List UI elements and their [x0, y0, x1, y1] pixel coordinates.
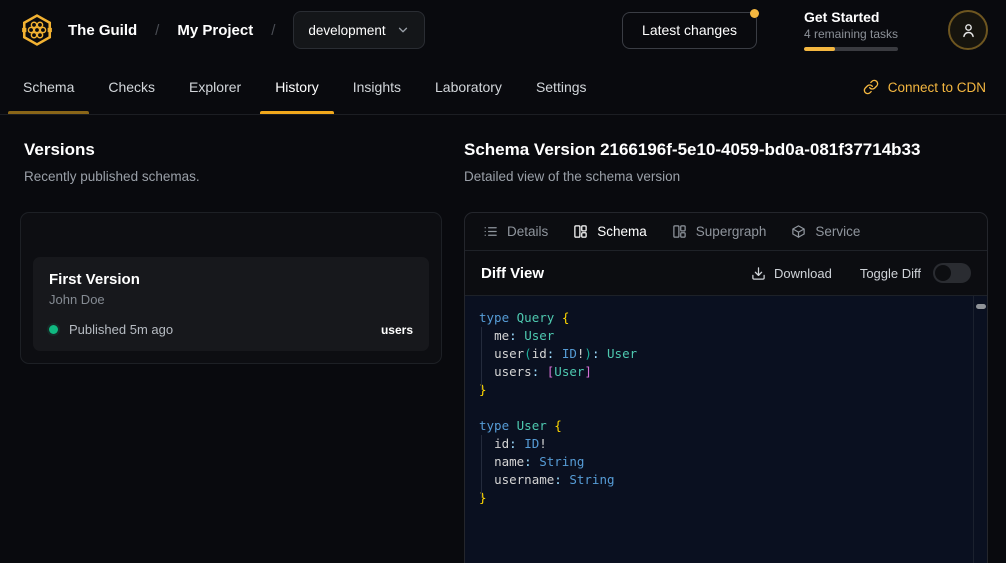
breadcrumb-org[interactable]: The Guild: [68, 22, 137, 39]
version-title: First Version: [49, 271, 413, 288]
code-line: user(id: ID!): User: [479, 345, 967, 363]
tab-schema[interactable]: Schema: [573, 224, 647, 239]
code-line: users: [User]: [479, 363, 967, 381]
schema-code-viewer: type Query { me: User user(id: ID!): Use…: [465, 296, 987, 563]
code-line: id: ID!: [479, 435, 967, 453]
tab-details-label: Details: [507, 224, 548, 239]
nav-tab-settings[interactable]: Settings: [521, 60, 602, 114]
version-status-row: Published 5m ago users: [49, 322, 413, 337]
list-icon: [483, 224, 498, 239]
version-detail-title: Schema Version 2166196f-5e10-4059-bd0a-0…: [464, 139, 988, 161]
nav-tab-schema[interactable]: Schema: [8, 60, 89, 114]
get-started-progress-bar: [804, 47, 898, 51]
notification-dot-icon: [750, 9, 759, 18]
versions-section: Versions Recently published schemas. Fir…: [20, 139, 442, 563]
header-right-group: Latest changes Get Started 4 remaining t…: [622, 9, 988, 51]
version-author: John Doe: [49, 292, 413, 307]
versions-card: First Version John Doe Published 5m ago …: [20, 212, 442, 364]
version-list-item[interactable]: First Version John Doe Published 5m ago …: [33, 257, 429, 351]
version-service-badge: users: [381, 323, 413, 337]
switch-knob: [935, 265, 951, 281]
cube-icon: [791, 224, 806, 239]
toggle-diff-label: Toggle Diff: [860, 266, 921, 281]
version-detail-panel: Details Schema Supergraph: [464, 212, 988, 563]
version-detail-section: Schema Version 2166196f-5e10-4059-bd0a-0…: [464, 139, 988, 563]
tab-schema-label: Schema: [597, 224, 647, 239]
scrollbar-thumb[interactable]: [976, 304, 986, 309]
code-line: }: [479, 489, 967, 507]
tab-details[interactable]: Details: [483, 224, 548, 239]
nav-tab-laboratory[interactable]: Laboratory: [420, 60, 517, 114]
diff-view-title: Diff View: [481, 265, 544, 282]
diff-view-header: Diff View Download Toggle Diff: [465, 251, 987, 296]
tab-supergraph[interactable]: Supergraph: [672, 224, 767, 239]
breadcrumb-separator: /: [155, 22, 159, 39]
target-selector-dropdown[interactable]: development: [293, 11, 424, 49]
target-selector-value: development: [308, 23, 385, 38]
schema-code: type Query { me: User user(id: ID!): Use…: [465, 296, 987, 520]
get-started-title: Get Started: [804, 9, 898, 25]
hive-logo-icon[interactable]: [20, 13, 54, 47]
chevron-down-icon: [396, 23, 410, 37]
get-started-subtitle: 4 remaining tasks: [804, 27, 898, 41]
vertical-scrollbar[interactable]: [973, 296, 987, 563]
code-line: username: String: [479, 471, 967, 489]
link-icon: [863, 79, 879, 95]
code-line: }: [479, 381, 967, 399]
tab-service-label: Service: [815, 224, 860, 239]
code-line: name: String: [479, 453, 967, 471]
download-button[interactable]: Download: [751, 266, 832, 281]
latest-changes-label: Latest changes: [642, 22, 737, 38]
layout-columns-icon: [573, 224, 588, 239]
get-started-progress-fill: [804, 47, 835, 51]
code-line: type User {: [479, 417, 967, 435]
code-line: type Query {: [479, 309, 967, 327]
app-header: The Guild / My Project / development Lat…: [0, 0, 1006, 60]
download-label: Download: [774, 266, 832, 281]
main-content: Versions Recently published schemas. Fir…: [0, 115, 1006, 563]
layout-columns-icon: [672, 224, 687, 239]
nav-tab-explorer[interactable]: Explorer: [174, 60, 256, 114]
versions-title: Versions: [24, 139, 442, 161]
user-avatar-button[interactable]: [948, 10, 988, 50]
toggle-diff-switch[interactable]: [933, 263, 971, 283]
diff-view-controls: Download Toggle Diff: [751, 263, 971, 283]
nav-tab-checks[interactable]: Checks: [93, 60, 170, 114]
target-nav-tabs: Schema Checks Explorer History Insights …: [0, 60, 1006, 115]
indent-guide: [481, 327, 482, 390]
breadcrumb-project[interactable]: My Project: [177, 22, 253, 39]
code-line: [479, 399, 967, 417]
version-detail-subtitle: Detailed view of the schema version: [464, 168, 988, 186]
versions-subtitle: Recently published schemas.: [24, 168, 442, 186]
version-status-text: Published 5m ago: [69, 322, 173, 337]
published-dot-icon: [49, 325, 58, 334]
breadcrumb: The Guild / My Project / development: [68, 11, 425, 49]
latest-changes-button[interactable]: Latest changes: [622, 12, 757, 49]
nav-tab-history[interactable]: History: [260, 60, 334, 114]
tab-service[interactable]: Service: [791, 224, 860, 239]
breadcrumb-separator: /: [271, 22, 275, 39]
version-detail-tabs: Details Schema Supergraph: [465, 213, 987, 251]
connect-to-cdn-label: Connect to CDN: [888, 80, 986, 95]
get-started-widget[interactable]: Get Started 4 remaining tasks: [804, 9, 898, 51]
person-icon: [959, 21, 978, 40]
tab-supergraph-label: Supergraph: [696, 224, 767, 239]
code-line: me: User: [479, 327, 967, 345]
indent-guide: [481, 435, 482, 498]
connect-to-cdn-button[interactable]: Connect to CDN: [863, 60, 986, 114]
nav-tab-insights[interactable]: Insights: [338, 60, 416, 114]
download-icon: [751, 266, 766, 281]
